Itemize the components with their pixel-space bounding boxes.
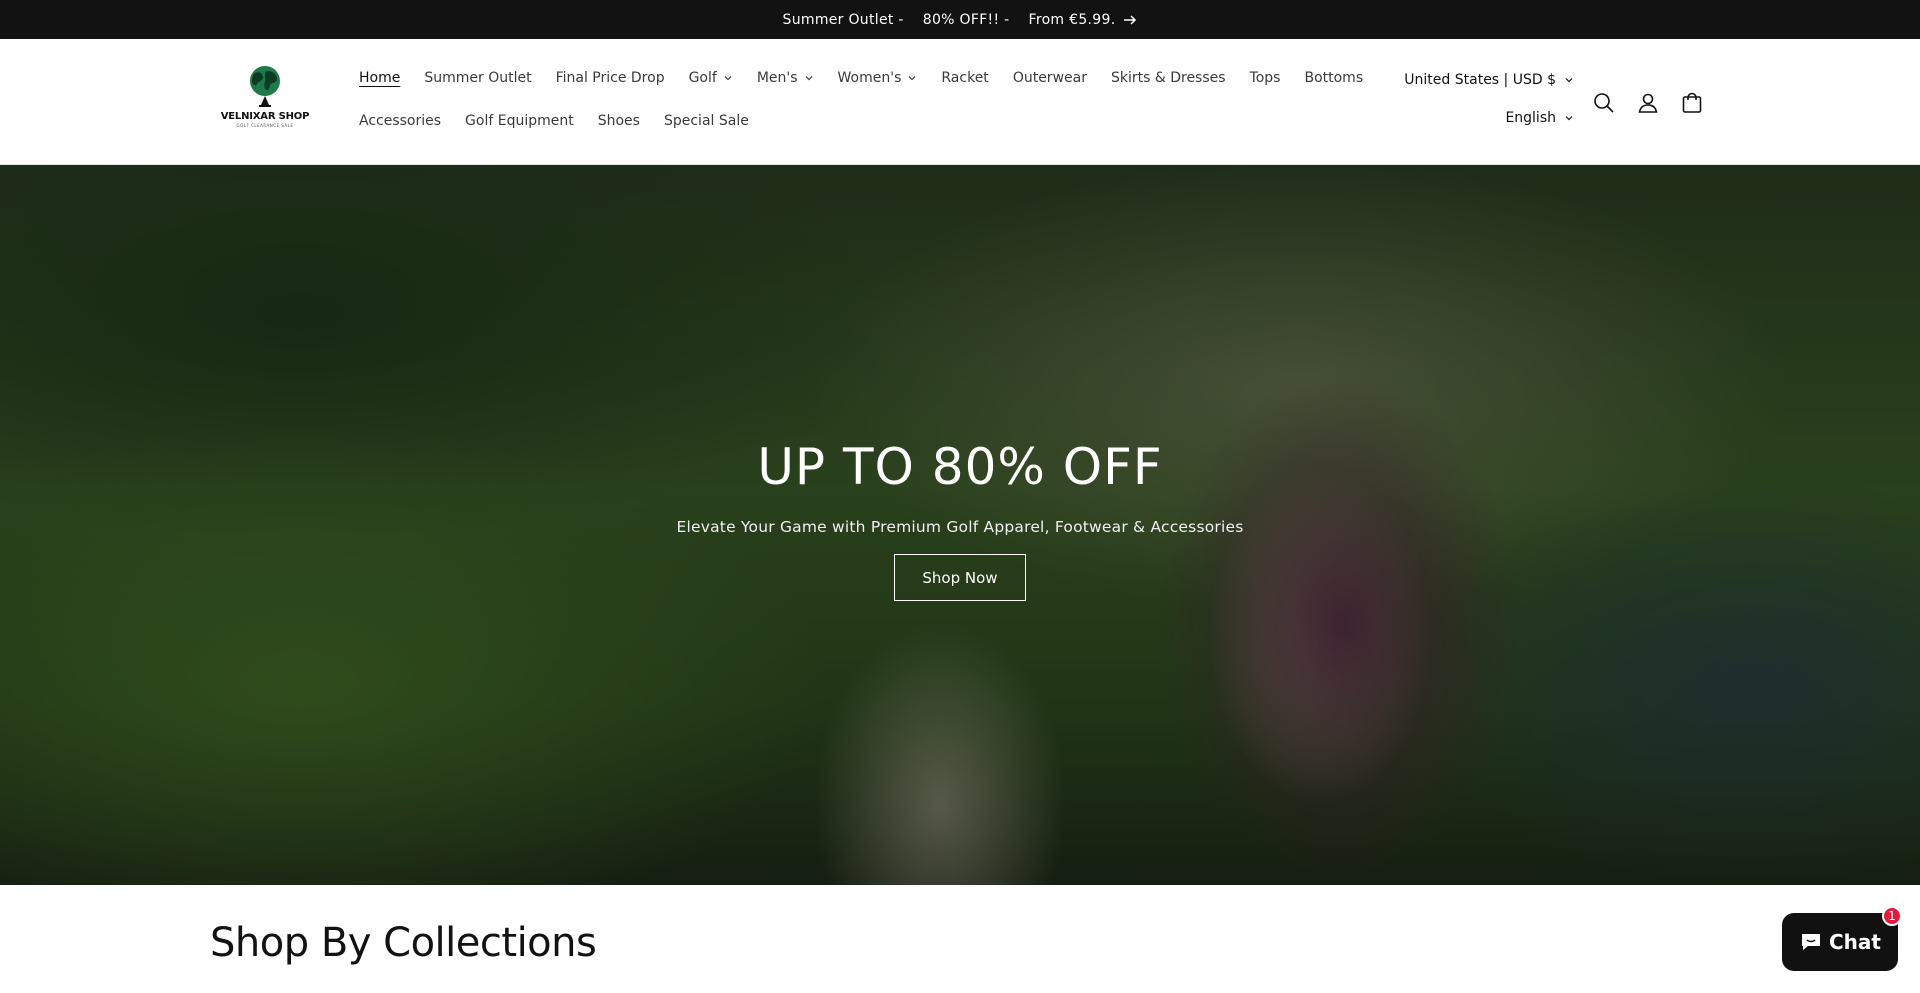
collections-heading: Shop By Collections xyxy=(210,920,597,966)
chevron-down-icon xyxy=(908,76,916,81)
site-header: VELNIXAR SHOP GOLF CLEARANCE SALE Home S… xyxy=(0,39,1920,165)
nav-label: Bottoms xyxy=(1304,70,1364,86)
nav-label: Skirts & Dresses xyxy=(1110,70,1226,86)
nav-label: Racket xyxy=(941,70,989,86)
chat-unread-badge: 1 xyxy=(1882,906,1902,926)
announcement-text: Summer Outlet - 80% OFF!! - From €5.99. xyxy=(782,11,1116,28)
account-button[interactable] xyxy=(1635,90,1661,116)
nav-skirts-dresses[interactable]: Skirts & Dresses xyxy=(1099,67,1238,89)
language-selector[interactable]: English xyxy=(1505,110,1574,126)
nav-label: Home xyxy=(359,70,401,86)
shop-now-button[interactable]: Shop Now xyxy=(894,554,1026,601)
main-nav-row-1: Home Summer Outlet Final Price Drop Golf… xyxy=(347,67,1375,89)
logo-tagline: GOLF CLEARANCE SALE xyxy=(236,123,294,128)
nav-final-price-drop[interactable]: Final Price Drop xyxy=(544,67,677,89)
announcement-bar: Summer Outlet - 80% OFF!! - From €5.99. xyxy=(0,0,1920,39)
main-nav-row-2: Accessories Golf Equipment Shoes Special… xyxy=(347,110,761,132)
chevron-down-icon xyxy=(805,76,812,81)
arrow-right-icon xyxy=(1124,14,1137,25)
nav-label: Men's xyxy=(756,70,798,86)
site-logo[interactable]: VELNIXAR SHOP GOLF CLEARANCE SALE xyxy=(218,63,312,143)
chat-button[interactable]: Chat xyxy=(1782,913,1898,971)
nav-shoes[interactable]: Shoes xyxy=(586,110,652,132)
nav-label: Summer Outlet xyxy=(424,70,532,86)
nav-special-sale[interactable]: Special Sale xyxy=(652,110,761,132)
nav-golf[interactable]: Golf xyxy=(677,67,745,89)
nav-label: Golf xyxy=(688,70,717,86)
nav-bottoms[interactable]: Bottoms xyxy=(1292,67,1375,89)
nav-summer-outlet[interactable]: Summer Outlet xyxy=(412,67,543,89)
hero-subtitle: Elevate Your Game with Premium Golf Appa… xyxy=(676,518,1244,536)
nav-tops[interactable]: Tops xyxy=(1238,67,1293,89)
cart-button[interactable] xyxy=(1679,90,1705,116)
announcement-link[interactable]: Summer Outlet - 80% OFF!! - From €5.99. xyxy=(783,12,1138,28)
hero-title: UP TO 80% OFF xyxy=(757,438,1163,496)
nav-label: Special Sale xyxy=(663,113,749,129)
chevron-down-icon xyxy=(724,76,732,81)
hero-content: UP TO 80% OFF Elevate Your Game with Pre… xyxy=(0,165,1920,885)
country-selector[interactable]: United States | USD $ xyxy=(1404,72,1574,88)
nav-outerwear[interactable]: Outerwear xyxy=(1001,67,1099,89)
account-icon xyxy=(1638,93,1658,113)
search-button[interactable] xyxy=(1591,90,1617,116)
globe-logo-icon xyxy=(250,66,280,107)
nav-accessories[interactable]: Accessories xyxy=(347,110,453,132)
cart-icon xyxy=(1682,92,1702,113)
nav-racket[interactable]: Racket xyxy=(929,67,1000,89)
chevron-down-icon xyxy=(1565,116,1573,121)
language-value: English xyxy=(1505,110,1556,126)
nav-label: Shoes xyxy=(597,113,640,129)
logo-name: VELNIXAR SHOP xyxy=(220,111,310,122)
nav-mens[interactable]: Men's xyxy=(745,67,826,89)
nav-womens[interactable]: Women's xyxy=(826,67,930,89)
nav-label: Outerwear xyxy=(1012,70,1087,86)
nav-label: Accessories xyxy=(359,113,442,129)
country-value: United States | USD $ xyxy=(1404,72,1556,88)
chat-bubble-icon xyxy=(1802,934,1820,950)
nav-home[interactable]: Home xyxy=(347,67,412,89)
chevron-down-icon xyxy=(1565,78,1573,83)
nav-label: Final Price Drop xyxy=(555,70,665,86)
nav-label: Women's xyxy=(837,70,902,86)
search-icon xyxy=(1594,93,1614,113)
hero-banner: UP TO 80% OFF Elevate Your Game with Pre… xyxy=(0,165,1920,885)
chat-label: Chat xyxy=(1829,930,1881,954)
nav-label: Golf Equipment xyxy=(465,113,574,129)
nav-golf-equipment[interactable]: Golf Equipment xyxy=(453,110,586,132)
nav-label: Tops xyxy=(1249,70,1281,86)
